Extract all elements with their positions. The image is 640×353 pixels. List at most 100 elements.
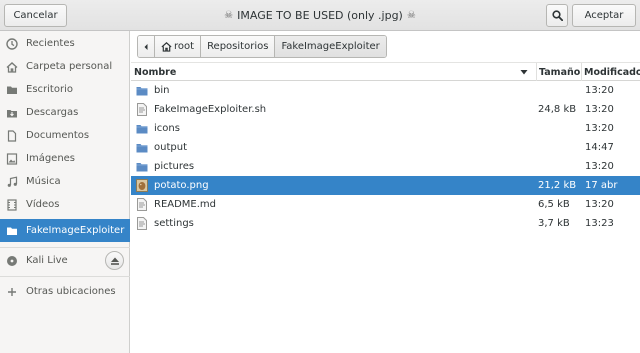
- skull-icon: ☠: [224, 10, 234, 21]
- plus-icon: [6, 286, 18, 298]
- sidebar-item-otras-ubicaciones[interactable]: Otras ubicaciones: [0, 280, 130, 303]
- eject-button[interactable]: [105, 251, 124, 270]
- folder-icon: [136, 163, 148, 172]
- file-name: bin: [154, 85, 170, 96]
- chevron-left-icon: [144, 43, 148, 50]
- crumb-root[interactable]: root: [155, 36, 202, 57]
- file-modified: 17 abr: [585, 180, 618, 191]
- sidebar-item-label: Imágenes: [26, 153, 76, 164]
- file-row[interactable]: icons 13:20: [131, 119, 640, 138]
- text-file-icon: [137, 198, 147, 211]
- cancel-button[interactable]: Cancelar: [4, 4, 67, 27]
- home-icon: [6, 61, 18, 73]
- file-name: pictures: [154, 161, 195, 172]
- music-icon: [6, 175, 18, 188]
- recent-icon: [6, 37, 18, 50]
- file-row[interactable]: README.md 6,5 kB 13:20: [131, 195, 640, 214]
- sidebar-item-descargas[interactable]: Descargas: [0, 101, 130, 124]
- file-name: settings: [154, 218, 194, 229]
- crumb-label: FakeImageExploiter: [281, 41, 380, 52]
- file-modified: 14:47: [585, 142, 614, 153]
- folder-icon: [136, 125, 148, 134]
- desktop-icon: [6, 84, 18, 96]
- file-size: 21,2 kB: [538, 180, 577, 191]
- script-file-icon: [137, 103, 147, 116]
- file-row[interactable]: pictures 13:20: [131, 157, 640, 176]
- crumb-label: Repositorios: [207, 41, 269, 52]
- video-icon: [6, 198, 18, 211]
- file-modified: 13:23: [585, 218, 614, 229]
- image-file-icon: [136, 179, 148, 192]
- folder-icon: [6, 225, 18, 237]
- column-header-name[interactable]: Nombre: [134, 63, 532, 81]
- file-row[interactable]: FakeImageExploiter.sh 24,8 kB 13:20: [131, 100, 640, 119]
- file-row-selected[interactable]: potato.png 21,2 kB 17 abr: [131, 176, 640, 195]
- file-modified: 13:20: [585, 104, 614, 115]
- places-sidebar: Recientes Carpeta personal Escritorio De…: [0, 31, 130, 353]
- sidebar-item-documentos[interactable]: Documentos: [0, 124, 130, 147]
- sidebar-item-escritorio[interactable]: Escritorio: [0, 78, 130, 101]
- sidebar-item-carpeta-personal[interactable]: Carpeta personal: [0, 55, 130, 78]
- eject-icon: [110, 257, 119, 265]
- sidebar-item-label: Otras ubicaciones: [26, 286, 116, 297]
- sidebar-item-imagenes[interactable]: Imágenes: [0, 147, 130, 170]
- sidebar-item-label: Recientes: [26, 38, 75, 49]
- sort-down-icon: [520, 70, 528, 75]
- dialog-title-text: IMAGE TO BE USED (only .jpg): [237, 9, 403, 22]
- breadcrumb: root Repositorios FakeImageExploiter: [137, 35, 387, 58]
- accept-button[interactable]: Aceptar: [572, 4, 636, 27]
- sidebar-item-musica[interactable]: Música: [0, 170, 130, 193]
- crumb-label: root: [174, 41, 195, 52]
- file-size: 6,5 kB: [538, 199, 570, 210]
- file-size: 3,7 kB: [538, 218, 570, 229]
- document-icon: [6, 129, 18, 142]
- file-modified: 13:20: [585, 199, 614, 210]
- file-list-header: Nombre Tamaño Modificado: [131, 62, 640, 81]
- sidebar-separator: [0, 247, 130, 248]
- header-bar: Cancelar ☠ IMAGE TO BE USED (only .jpg) …: [0, 0, 640, 31]
- sidebar-item-label: Carpeta personal: [26, 61, 113, 72]
- file-size: 24,8 kB: [538, 104, 577, 115]
- column-label: Modificado: [584, 66, 640, 78]
- column-header-modified[interactable]: Modificado: [581, 63, 640, 81]
- dialog-title: ☠ IMAGE TO BE USED (only .jpg) ☠: [150, 0, 490, 31]
- sidebar-item-fakeimageexploiter[interactable]: FakeImageExploiter: [0, 219, 130, 242]
- file-name: icons: [154, 123, 180, 134]
- search-icon: [551, 10, 563, 21]
- path-bar: root Repositorios FakeImageExploiter: [131, 31, 640, 61]
- file-name: README.md: [154, 199, 217, 210]
- sidebar-item-recientes[interactable]: Recientes: [0, 32, 130, 55]
- folder-icon: [136, 144, 148, 153]
- column-label: Tamaño: [539, 66, 581, 78]
- text-file-icon: [137, 217, 147, 230]
- drive-icon: [6, 255, 18, 267]
- file-row[interactable]: bin 13:20: [131, 81, 640, 100]
- search-button[interactable]: [546, 4, 568, 27]
- sidebar-item-label: Vídeos: [26, 199, 60, 210]
- file-modified: 13:20: [585, 161, 614, 172]
- image-icon: [6, 152, 18, 165]
- folder-icon: [136, 87, 148, 96]
- skull-icon: ☠: [406, 10, 416, 21]
- crumb-fakeimageexploiter[interactable]: FakeImageExploiter: [275, 36, 386, 57]
- file-name: potato.png: [154, 180, 209, 191]
- sidebar-item-videos[interactable]: Vídeos: [0, 193, 130, 216]
- file-name: output: [154, 142, 187, 153]
- sidebar-item-label: Kali Live: [26, 255, 68, 266]
- column-header-size[interactable]: Tamaño: [536, 63, 581, 81]
- crumb-repositorios[interactable]: Repositorios: [201, 36, 276, 57]
- column-label: Nombre: [134, 66, 177, 78]
- sidebar-item-label: FakeImageExploiter: [26, 225, 125, 236]
- file-row[interactable]: output 14:47: [131, 138, 640, 157]
- sidebar-item-label: Música: [26, 176, 61, 187]
- sidebar-item-label: Documentos: [26, 130, 90, 141]
- path-back-button[interactable]: [138, 36, 155, 57]
- sidebar-item-kali-live[interactable]: Kali Live: [0, 249, 130, 272]
- sidebar-separator: [0, 276, 130, 277]
- file-modified: 13:20: [585, 123, 614, 134]
- sidebar-item-label: Descargas: [26, 107, 79, 118]
- file-row[interactable]: settings 3,7 kB 13:23: [131, 214, 640, 233]
- home-icon: [161, 41, 172, 52]
- download-icon: [6, 107, 18, 119]
- file-modified: 13:20: [585, 85, 614, 96]
